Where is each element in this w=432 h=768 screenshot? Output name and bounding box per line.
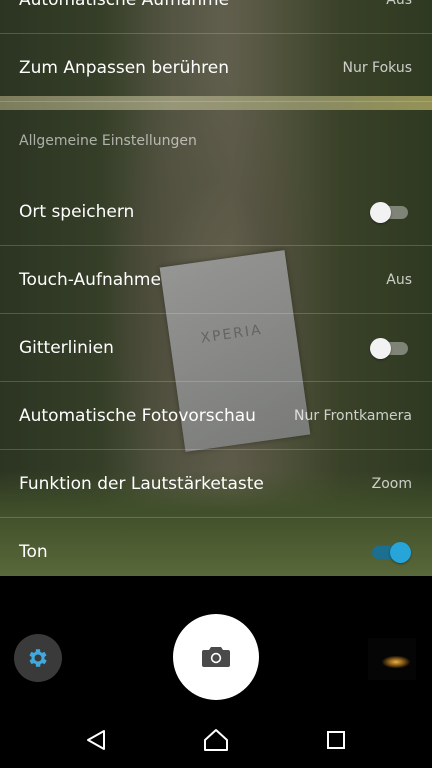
sound-toggle[interactable] — [370, 542, 412, 563]
setting-value: Aus — [386, 0, 412, 8]
setting-label: Gitterlinien — [19, 338, 114, 358]
recents-button[interactable] — [320, 726, 352, 754]
shutter-button[interactable] — [173, 614, 259, 700]
setting-row-auto-capture[interactable]: Automatische Aufnahme Aus — [0, 0, 432, 34]
home-icon — [204, 729, 228, 751]
camera-icon — [202, 647, 230, 667]
camera-controls-bar — [0, 576, 432, 712]
gear-icon — [29, 649, 47, 667]
setting-row-touch-capture[interactable]: Touch-Aufnahme Aus — [0, 246, 432, 314]
setting-row-grid-lines[interactable]: Gitterlinien — [0, 314, 432, 382]
setting-label: Automatische Fotovorschau — [19, 406, 256, 426]
section-header-general: Allgemeine Einstellungen — [19, 133, 197, 149]
setting-value: Nur Fokus — [342, 60, 412, 76]
system-navigation-bar — [0, 712, 432, 768]
setting-label: Ort speichern — [19, 202, 135, 222]
recents-square-icon — [327, 731, 345, 749]
home-button[interactable] — [200, 726, 232, 754]
setting-label: Touch-Aufnahme — [19, 270, 161, 290]
toggle-thumb — [370, 202, 391, 223]
setting-row-touch-to-adjust[interactable]: Zum Anpassen berühren Nur Fokus — [0, 34, 432, 102]
settings-button[interactable] — [14, 634, 62, 682]
setting-value: Aus — [386, 272, 412, 288]
back-triangle-icon — [87, 730, 105, 750]
grid-lines-toggle[interactable] — [370, 338, 412, 359]
setting-row-auto-photo-preview[interactable]: Automatische Fotovorschau Nur Frontkamer… — [0, 382, 432, 450]
setting-value: Nur Frontkamera — [294, 408, 412, 424]
setting-label: Automatische Aufnahme — [19, 0, 230, 10]
setting-label: Zum Anpassen berühren — [19, 58, 229, 78]
setting-value: Zoom — [371, 476, 412, 492]
back-button[interactable] — [80, 726, 112, 754]
last-photo-thumbnail[interactable] — [368, 638, 416, 680]
setting-row-volume-key-function[interactable]: Funktion der Lautstärketaste Zoom — [0, 450, 432, 518]
camera-settings-list: Automatische Aufnahme Aus Zum Anpassen b… — [0, 0, 432, 576]
save-location-toggle[interactable] — [370, 202, 412, 223]
setting-label: Funktion der Lautstärketaste — [19, 474, 264, 494]
setting-row-save-location[interactable]: Ort speichern — [0, 178, 432, 246]
toggle-thumb — [370, 338, 391, 359]
toggle-thumb — [390, 542, 411, 563]
